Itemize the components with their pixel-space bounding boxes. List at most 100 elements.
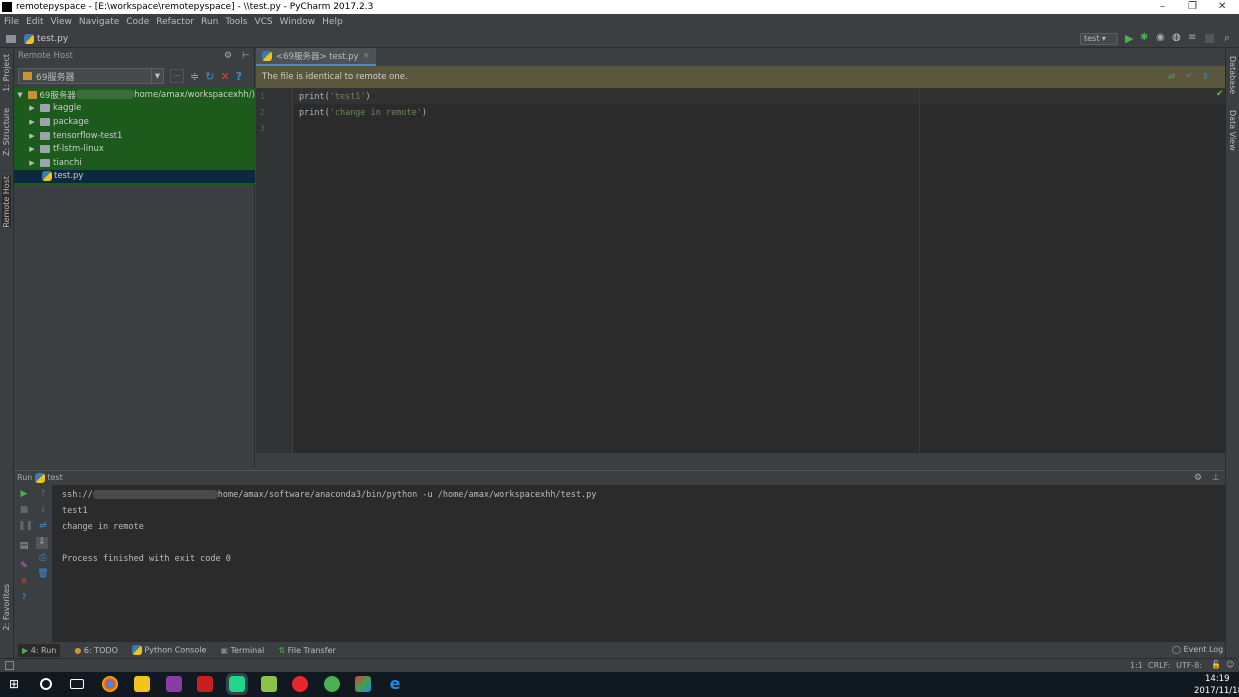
tree-item-tf-lstm-linux[interactable]: ▶ tf-lstm-linux bbox=[14, 142, 255, 156]
menu-view[interactable]: View bbox=[51, 17, 72, 27]
build-icon[interactable]: ≡ bbox=[1188, 32, 1196, 43]
maximize-button[interactable]: ❐ bbox=[1188, 0, 1197, 14]
rollback-icon[interactable]: ↶ bbox=[1186, 66, 1193, 88]
up-arrow-icon[interactable]: ↑ bbox=[37, 489, 49, 499]
server-select[interactable]: 69服务器 ▼ bbox=[18, 68, 164, 84]
data-view-tool-tab[interactable]: Data View bbox=[1228, 110, 1237, 151]
clock-time[interactable]: 14:19 bbox=[1205, 674, 1230, 684]
tree-item-tensorflow-test1[interactable]: ▶ tensorflow-test1 bbox=[14, 129, 255, 143]
tree-item-kaggle[interactable]: ▶ kaggle bbox=[14, 102, 255, 116]
collapsed-arrow-icon[interactable]: ▶ bbox=[28, 159, 36, 167]
windows-start-icon[interactable]: ⊞ bbox=[9, 677, 19, 691]
chrome-icon[interactable] bbox=[102, 676, 118, 692]
download-manager-icon[interactable] bbox=[355, 676, 371, 692]
remote-host-tool-tab[interactable]: Remote Host bbox=[2, 176, 11, 228]
menu-help[interactable]: Help bbox=[322, 17, 343, 27]
caret-position[interactable]: 1:1 bbox=[1130, 661, 1143, 670]
menu-file[interactable]: File bbox=[4, 17, 19, 27]
rerun-icon[interactable]: ▶ bbox=[18, 489, 30, 499]
close-tab-icon[interactable]: × bbox=[363, 51, 370, 61]
close-button[interactable]: ✕ bbox=[1218, 0, 1226, 14]
collapsed-arrow-icon[interactable]: ▶ bbox=[28, 104, 36, 112]
toggle-tool-windows-icon[interactable] bbox=[5, 661, 14, 670]
menu-window[interactable]: Window bbox=[280, 17, 316, 27]
favorites-tool-tab[interactable]: 2: Favorites bbox=[2, 584, 11, 630]
stop-icon[interactable] bbox=[1205, 34, 1214, 43]
tab-file-transfer[interactable]: ⇅ File Transfer bbox=[278, 646, 335, 655]
menu-tools[interactable]: Tools bbox=[225, 17, 247, 27]
compare-icon[interactable]: ⇄ bbox=[1168, 66, 1175, 88]
atom-app-icon[interactable] bbox=[324, 676, 340, 692]
structure-tool-tab[interactable]: Z: Structure bbox=[2, 108, 11, 156]
stop-icon[interactable]: ■ bbox=[18, 505, 30, 515]
task-view-icon[interactable] bbox=[70, 679, 84, 689]
run-icon[interactable]: ▶ bbox=[1125, 32, 1133, 45]
gear-icon[interactable]: ⚙ bbox=[224, 51, 232, 61]
collapse-icon[interactable]: ≑ bbox=[190, 70, 199, 83]
print-icon[interactable]: ⎙ bbox=[37, 553, 49, 563]
help-icon[interactable]: ? bbox=[18, 593, 30, 603]
lambda-app-icon[interactable] bbox=[261, 676, 277, 692]
inspector-icon[interactable]: ☺ bbox=[1226, 660, 1234, 669]
trash-icon[interactable]: 🗑 bbox=[37, 569, 49, 579]
minimize-button[interactable]: – bbox=[1160, 0, 1165, 14]
delete-icon[interactable]: ✕ bbox=[220, 70, 229, 83]
line-separator[interactable]: CRLF: bbox=[1148, 661, 1170, 670]
tab-todo[interactable]: ● 6: TODO bbox=[74, 646, 118, 655]
event-log[interactable]: ◯ Event Log bbox=[1172, 645, 1223, 654]
menu-edit[interactable]: Edit bbox=[26, 17, 43, 27]
tree-root[interactable]: ▼ 69服务器 home/amax/workspacexhh/) bbox=[14, 88, 255, 102]
pause-icon[interactable]: ❚❚ bbox=[18, 521, 33, 531]
code-area[interactable]: 1 2 3 print('test1') print('change in re… bbox=[256, 88, 1225, 453]
chevron-down-icon[interactable]: ▼ bbox=[151, 69, 163, 83]
scroll-to-end-icon[interactable]: ⇩ bbox=[36, 537, 48, 549]
netease-music-icon[interactable] bbox=[292, 676, 308, 692]
tree-item-test-py[interactable]: test.py bbox=[14, 169, 255, 184]
edge-icon[interactable]: e bbox=[387, 676, 403, 692]
tree-item-package[interactable]: ▶ package bbox=[14, 115, 255, 129]
database-tool-tab[interactable]: Database bbox=[1228, 56, 1237, 94]
layout-icon[interactable]: ▤ bbox=[18, 541, 30, 551]
tab-terminal[interactable]: ▣ Terminal bbox=[220, 646, 264, 655]
tab-python-console[interactable]: Python Console bbox=[131, 645, 206, 655]
collapsed-arrow-icon[interactable]: ▶ bbox=[28, 145, 36, 153]
menu-navigate[interactable]: Navigate bbox=[79, 17, 119, 27]
editor-tab-test-py[interactable]: <69服务器> test.py × bbox=[256, 48, 376, 66]
down-arrow-icon[interactable]: ↓ bbox=[37, 505, 49, 515]
hide-panel-icon[interactable]: ⊥ bbox=[1212, 473, 1220, 483]
collapsed-arrow-icon[interactable]: ▶ bbox=[28, 132, 36, 140]
soft-wrap-icon[interactable]: ⇌ bbox=[37, 521, 49, 531]
gear-icon[interactable]: ⚙ bbox=[1194, 473, 1202, 483]
menu-code[interactable]: Code bbox=[126, 17, 149, 27]
folder-icon[interactable] bbox=[6, 34, 16, 43]
filezilla-icon[interactable] bbox=[197, 676, 213, 692]
coverage-icon[interactable]: ◉ bbox=[1156, 32, 1165, 43]
more-button[interactable]: … bbox=[170, 69, 184, 83]
clock-date[interactable]: 2017/11/18 bbox=[1194, 686, 1239, 696]
encoding[interactable]: UTF-8: bbox=[1176, 661, 1202, 670]
help-icon[interactable]: ? bbox=[236, 70, 242, 83]
file-explorer-icon[interactable] bbox=[134, 676, 150, 692]
expanded-arrow-icon[interactable]: ▼ bbox=[16, 91, 24, 99]
menu-vcs[interactable]: VCS bbox=[254, 17, 272, 27]
tab-run[interactable]: ▶ 4: Run bbox=[18, 643, 61, 657]
profile-icon[interactable]: ◍ bbox=[1172, 32, 1181, 43]
pycharm-icon[interactable] bbox=[226, 673, 248, 695]
debug-icon[interactable]: ✱ bbox=[1140, 32, 1148, 43]
refresh-icon[interactable]: ↻ bbox=[205, 70, 214, 83]
project-tool-tab[interactable]: 1: Project bbox=[2, 54, 11, 92]
pin-icon[interactable]: ✎ bbox=[18, 561, 30, 571]
search-circle-icon[interactable] bbox=[40, 678, 52, 690]
menu-run[interactable]: Run bbox=[201, 17, 218, 27]
tree-item-tianchi[interactable]: ▶ tianchi bbox=[14, 156, 255, 170]
run-config-select[interactable]: test ▾ bbox=[1080, 33, 1118, 45]
collapsed-arrow-icon[interactable]: ▶ bbox=[28, 118, 36, 126]
lock-icon[interactable]: 🔓 bbox=[1211, 660, 1221, 669]
hide-panel-icon[interactable]: ⊢ bbox=[242, 51, 250, 61]
search-icon[interactable]: ⌕ bbox=[1224, 31, 1230, 45]
menu-refactor[interactable]: Refactor bbox=[156, 17, 194, 27]
intellij-icon[interactable] bbox=[166, 676, 182, 692]
upload-icon[interactable]: ⇪ bbox=[1202, 66, 1209, 88]
close-icon[interactable]: ✕ bbox=[18, 577, 30, 587]
breadcrumb-file[interactable]: test.py bbox=[37, 34, 68, 44]
